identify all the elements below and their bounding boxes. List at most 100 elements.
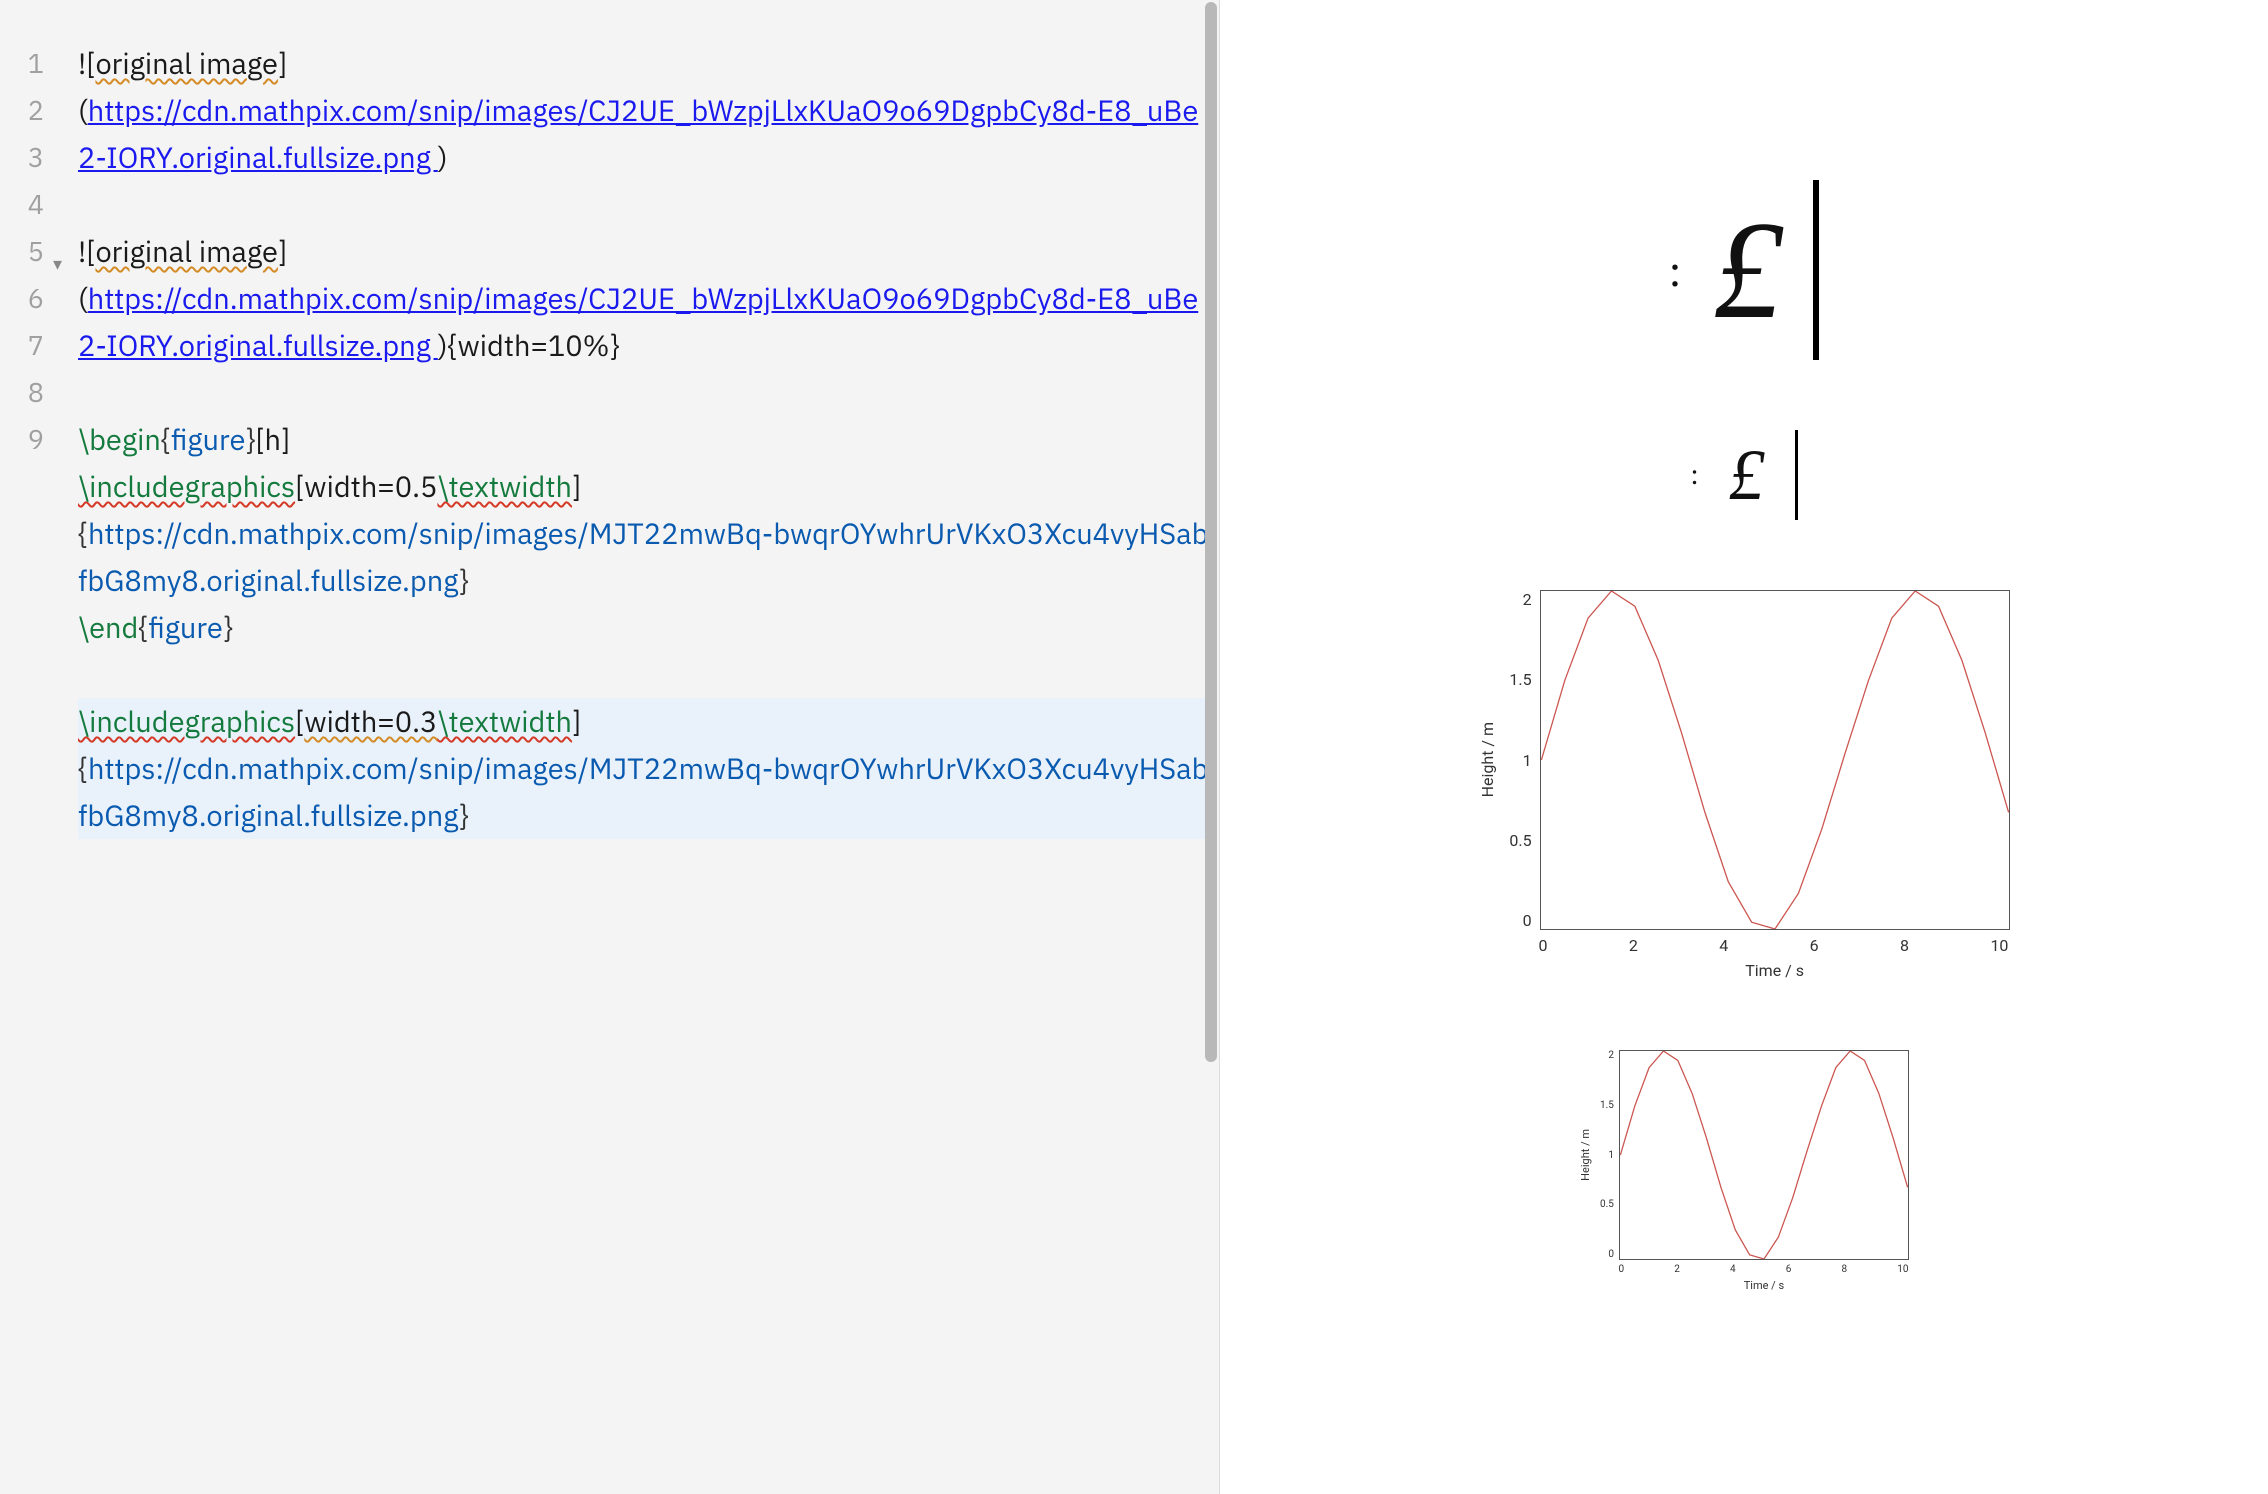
chart-xlabel: Time / s <box>1540 961 2010 980</box>
chart-ylabel: Height / m <box>1579 1129 1592 1181</box>
code-token: ] <box>278 232 287 270</box>
code-token: ] <box>572 467 581 505</box>
code-token: } <box>223 608 233 646</box>
preview-pane: : £ : £ Height / m21.510.500246810Time /… <box>1220 0 2268 1494</box>
chart-xtick: 0 <box>1618 1264 1624 1275</box>
code-line[interactable]: \includegraphics[width=0.3\textwidth] <box>78 698 1209 745</box>
line-number: 4 <box>0 181 44 228</box>
line-number: 5▾ <box>0 228 44 275</box>
code-token: ) <box>438 138 448 176</box>
code-text-area[interactable]: ![original image](https://cdn.mathpix.co… <box>52 0 1219 1494</box>
line-number <box>0 557 44 604</box>
code-token: [ <box>295 702 304 740</box>
code-line[interactable]: \includegraphics[width=0.5\textwidth] <box>78 463 1209 510</box>
preview-image-2: : £ <box>1220 430 2268 520</box>
code-token: \textwidth <box>437 467 572 505</box>
code-token: { <box>161 420 171 458</box>
code-token: ( <box>78 91 88 129</box>
chart-ytick: 1 <box>1509 751 1531 770</box>
chart-ytick: 0 <box>1600 1249 1614 1260</box>
line-number <box>0 510 44 557</box>
glyph-colon: : <box>1690 458 1698 492</box>
sine-chart-small: Height / m21.510.500246810Time / s <box>1579 1050 1909 1292</box>
line-number: 8 <box>0 369 44 416</box>
chart-xtick: 8 <box>1900 936 1909 955</box>
code-line[interactable]: \begin{figure}[h] <box>78 416 1209 463</box>
code-line[interactable] <box>78 181 1209 228</box>
code-token: ( <box>78 279 88 317</box>
code-token: original image <box>95 232 278 270</box>
code-line[interactable]: ![original image] <box>78 40 1209 87</box>
preview-image-1: : £ <box>1220 180 2268 360</box>
line-number: 7 <box>0 322 44 369</box>
line-number <box>0 604 44 651</box>
line-number: 2 <box>0 87 44 134</box>
code-link[interactable]: https://cdn.mathpix.com/snip/images/CJ2U… <box>78 91 1198 176</box>
rendered-image-big: : £ <box>1669 180 1820 360</box>
fold-icon[interactable]: ▾ <box>53 240 62 287</box>
code-editor-pane[interactable]: 12345▾6789 ![original image](https://cdn… <box>0 0 1220 1494</box>
line-number: 9 <box>0 416 44 463</box>
code-token: ] <box>278 44 287 82</box>
code-line[interactable]: ![original image] <box>78 228 1209 275</box>
glyph-pound: £ <box>1729 434 1765 517</box>
chart-xticks: 0246810 <box>1538 930 2008 955</box>
code-token: \end <box>78 608 138 646</box>
chart-xtick: 6 <box>1810 936 1819 955</box>
code-token: width=0.3 <box>304 702 437 740</box>
code-line[interactable] <box>78 651 1209 698</box>
chart-line-series <box>1620 1051 1908 1259</box>
code-token: } <box>459 561 469 599</box>
code-line-wrap[interactable]: {https://cdn.mathpix.com/snip/images/MJT… <box>78 510 1209 604</box>
chart-ytick: 2 <box>1600 1050 1614 1061</box>
code-line-wrap[interactable]: (https://cdn.mathpix.com/snip/images/CJ2… <box>78 87 1209 181</box>
chart-yticks: 21.510.50 <box>1600 1050 1619 1260</box>
code-line-wrap[interactable]: {https://cdn.mathpix.com/snip/images/MJT… <box>78 745 1209 839</box>
line-number: 1 <box>0 40 44 87</box>
chart-xtick: 4 <box>1730 1264 1736 1275</box>
code-token: ![ <box>78 232 95 270</box>
code-line[interactable]: \end{figure} <box>78 604 1209 651</box>
code-line[interactable] <box>78 369 1209 416</box>
code-token: \includegraphics <box>78 467 295 505</box>
code-token: { <box>138 608 148 646</box>
code-token: [width=0.5 <box>295 467 437 505</box>
code-line-wrap[interactable]: (https://cdn.mathpix.com/snip/images/CJ2… <box>78 275 1209 369</box>
chart-xtick: 10 <box>1990 936 2008 955</box>
line-number-gutter: 12345▾6789 <box>0 0 52 1494</box>
line-number <box>0 792 44 839</box>
code-token: ![ <box>78 44 95 82</box>
line-number <box>0 698 44 745</box>
code-token: ] <box>572 702 581 740</box>
code-token: [h] <box>255 420 290 458</box>
code-token: figure <box>148 608 223 646</box>
chart-xtick: 0 <box>1538 936 1547 955</box>
code-token: https://cdn.mathpix.com/snip/images/MJT2… <box>78 514 1208 599</box>
code-token: figure <box>171 420 246 458</box>
code-token: \begin <box>78 420 161 458</box>
line-number: 3 <box>0 134 44 181</box>
scrollbar-thumb[interactable] <box>1205 2 1217 1062</box>
code-link[interactable]: https://cdn.mathpix.com/snip/images/CJ2U… <box>78 279 1198 364</box>
chart-plot-area <box>1619 1050 1909 1260</box>
chart-ytick: 0.5 <box>1600 1199 1614 1210</box>
code-token: https://cdn.mathpix.com/snip/images/MJT2… <box>78 749 1208 834</box>
code-token: \includegraphics <box>78 702 295 740</box>
glyph-colon: : <box>1669 259 1684 282</box>
code-token: { <box>78 514 88 552</box>
chart-xtick: 6 <box>1786 1264 1792 1275</box>
chart-ytick: 1 <box>1600 1150 1614 1161</box>
preview-chart-1: Height / m21.510.500246810Time / s <box>1220 590 2268 980</box>
chart-xlabel: Time / s <box>1619 1279 1909 1292</box>
code-token: } <box>459 796 469 834</box>
line-number <box>0 745 44 792</box>
chart-yticks: 21.510.50 <box>1509 590 1539 930</box>
chart-plot-area <box>1540 590 2010 930</box>
editor-scrollbar[interactable] <box>1203 0 1219 1494</box>
rendered-image-small: : £ <box>1690 430 1797 520</box>
chart-ytick: 1.5 <box>1509 670 1531 689</box>
chart-xtick: 2 <box>1674 1264 1680 1275</box>
line-number: 6 <box>0 275 44 322</box>
code-token: } <box>245 420 255 458</box>
chart-ytick: 0 <box>1509 911 1531 930</box>
